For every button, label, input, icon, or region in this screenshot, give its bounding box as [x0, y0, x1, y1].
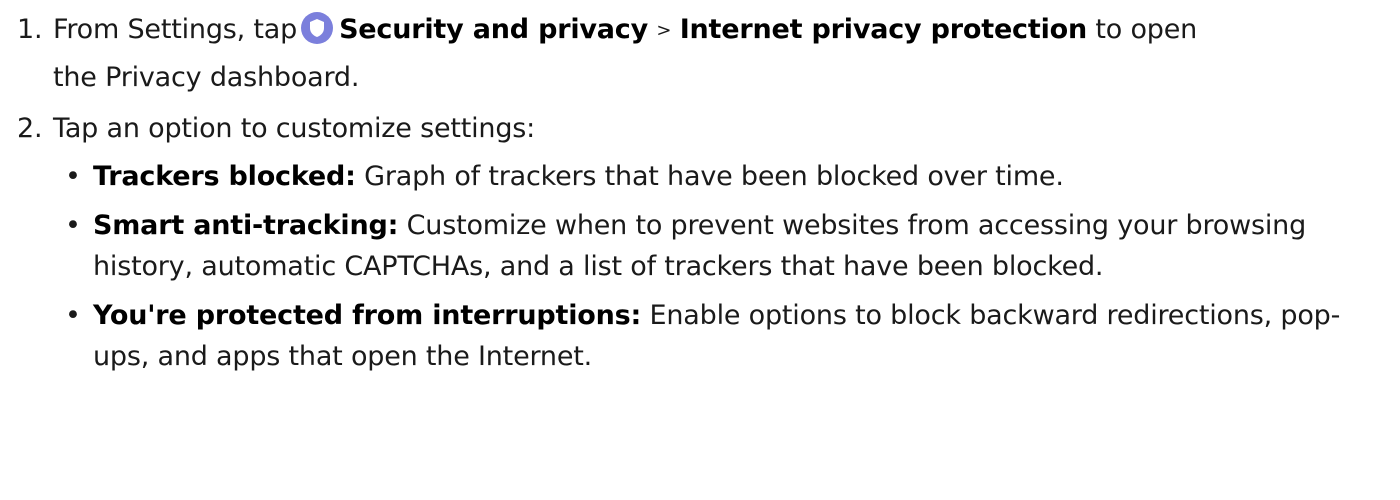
bullet-icon: • [65, 161, 81, 192]
bullet-term: You're protected from interruptions: [93, 300, 642, 331]
instructions-document: 1. From Settings, tap Security and priva… [0, 0, 1400, 500]
bullet-term: Trackers blocked: [93, 161, 356, 192]
breadcrumb-separator: > [656, 20, 672, 41]
step-1: 1. From Settings, tap Security and priva… [0, 6, 1400, 101]
options-list: • Trackers blocked: Graph of trackers th… [53, 156, 1373, 377]
step-number: 1. [17, 14, 43, 45]
security-and-privacy-link: Security and privacy [339, 14, 649, 45]
bullet-description: Graph of trackers that have been blocked… [364, 161, 1064, 192]
step-1-suffix: to open [1095, 14, 1198, 45]
step-2-text: Tap an option to customize settings: • T… [53, 105, 1373, 377]
bullet-term: Smart anti-tracking: [93, 210, 399, 241]
shield-icon [301, 12, 334, 44]
step-1-text: From Settings, tap Security and privacy … [53, 6, 1373, 101]
bullet-icon: • [65, 300, 81, 331]
step-2: 2. Tap an option to customize settings: … [0, 105, 1400, 377]
step-2-label: Tap an option to customize settings: [53, 113, 536, 144]
bullet-icon: • [65, 210, 81, 241]
step-1-suffix-line2: the Privacy dashboard. [53, 62, 360, 93]
internet-privacy-protection-link: Internet privacy protection [679, 14, 1088, 45]
list-item-trackers-blocked: • Trackers blocked: Graph of trackers th… [53, 156, 1373, 197]
list-item-protected-from-interruptions: • You're protected from interruptions: E… [53, 295, 1373, 377]
list-item-smart-anti-tracking: • Smart anti-tracking: Customize when to… [53, 205, 1373, 287]
step-number: 2. [17, 113, 43, 144]
step-1-prefix: From Settings, tap [53, 14, 298, 45]
